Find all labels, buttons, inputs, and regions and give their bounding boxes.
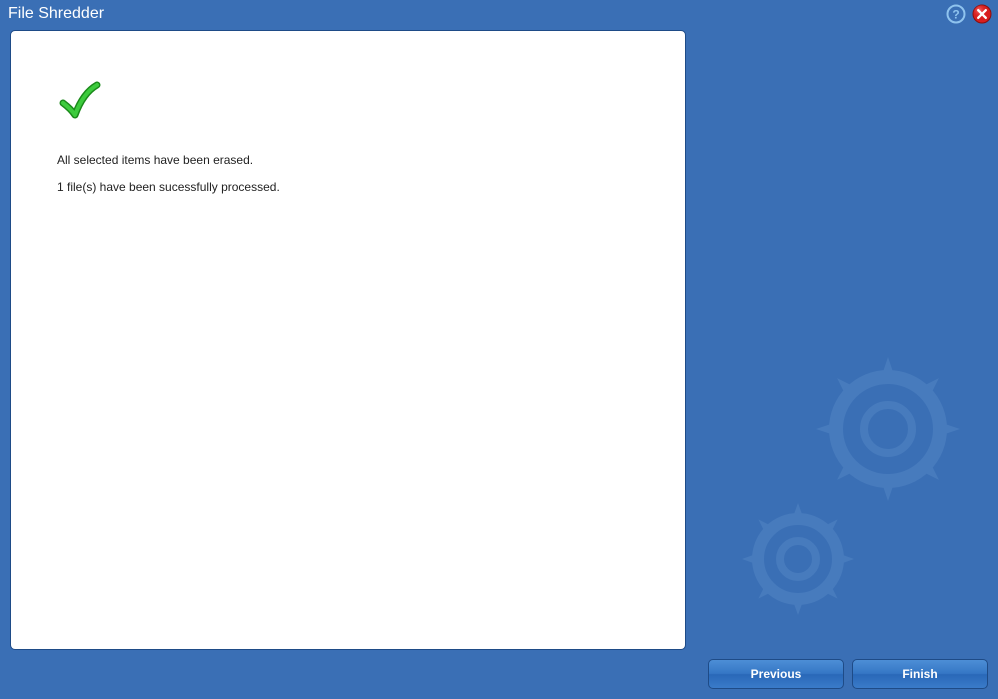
- titlebar: File Shredder ?: [0, 0, 998, 28]
- button-row: Previous Finish: [708, 659, 988, 689]
- checkmark-icon: [57, 79, 657, 130]
- gears-decoration: [718, 339, 978, 639]
- finish-button[interactable]: Finish: [852, 659, 988, 689]
- content-panel: All selected items have been erased. 1 f…: [10, 30, 686, 650]
- close-icon[interactable]: [972, 4, 992, 24]
- window-title: File Shredder: [8, 5, 104, 23]
- status-message-1: All selected items have been erased.: [57, 152, 657, 169]
- status-message-2: 1 file(s) have been sucessfully processe…: [57, 179, 657, 196]
- help-icon[interactable]: ?: [946, 4, 966, 24]
- svg-text:?: ?: [952, 8, 959, 22]
- previous-button[interactable]: Previous: [708, 659, 844, 689]
